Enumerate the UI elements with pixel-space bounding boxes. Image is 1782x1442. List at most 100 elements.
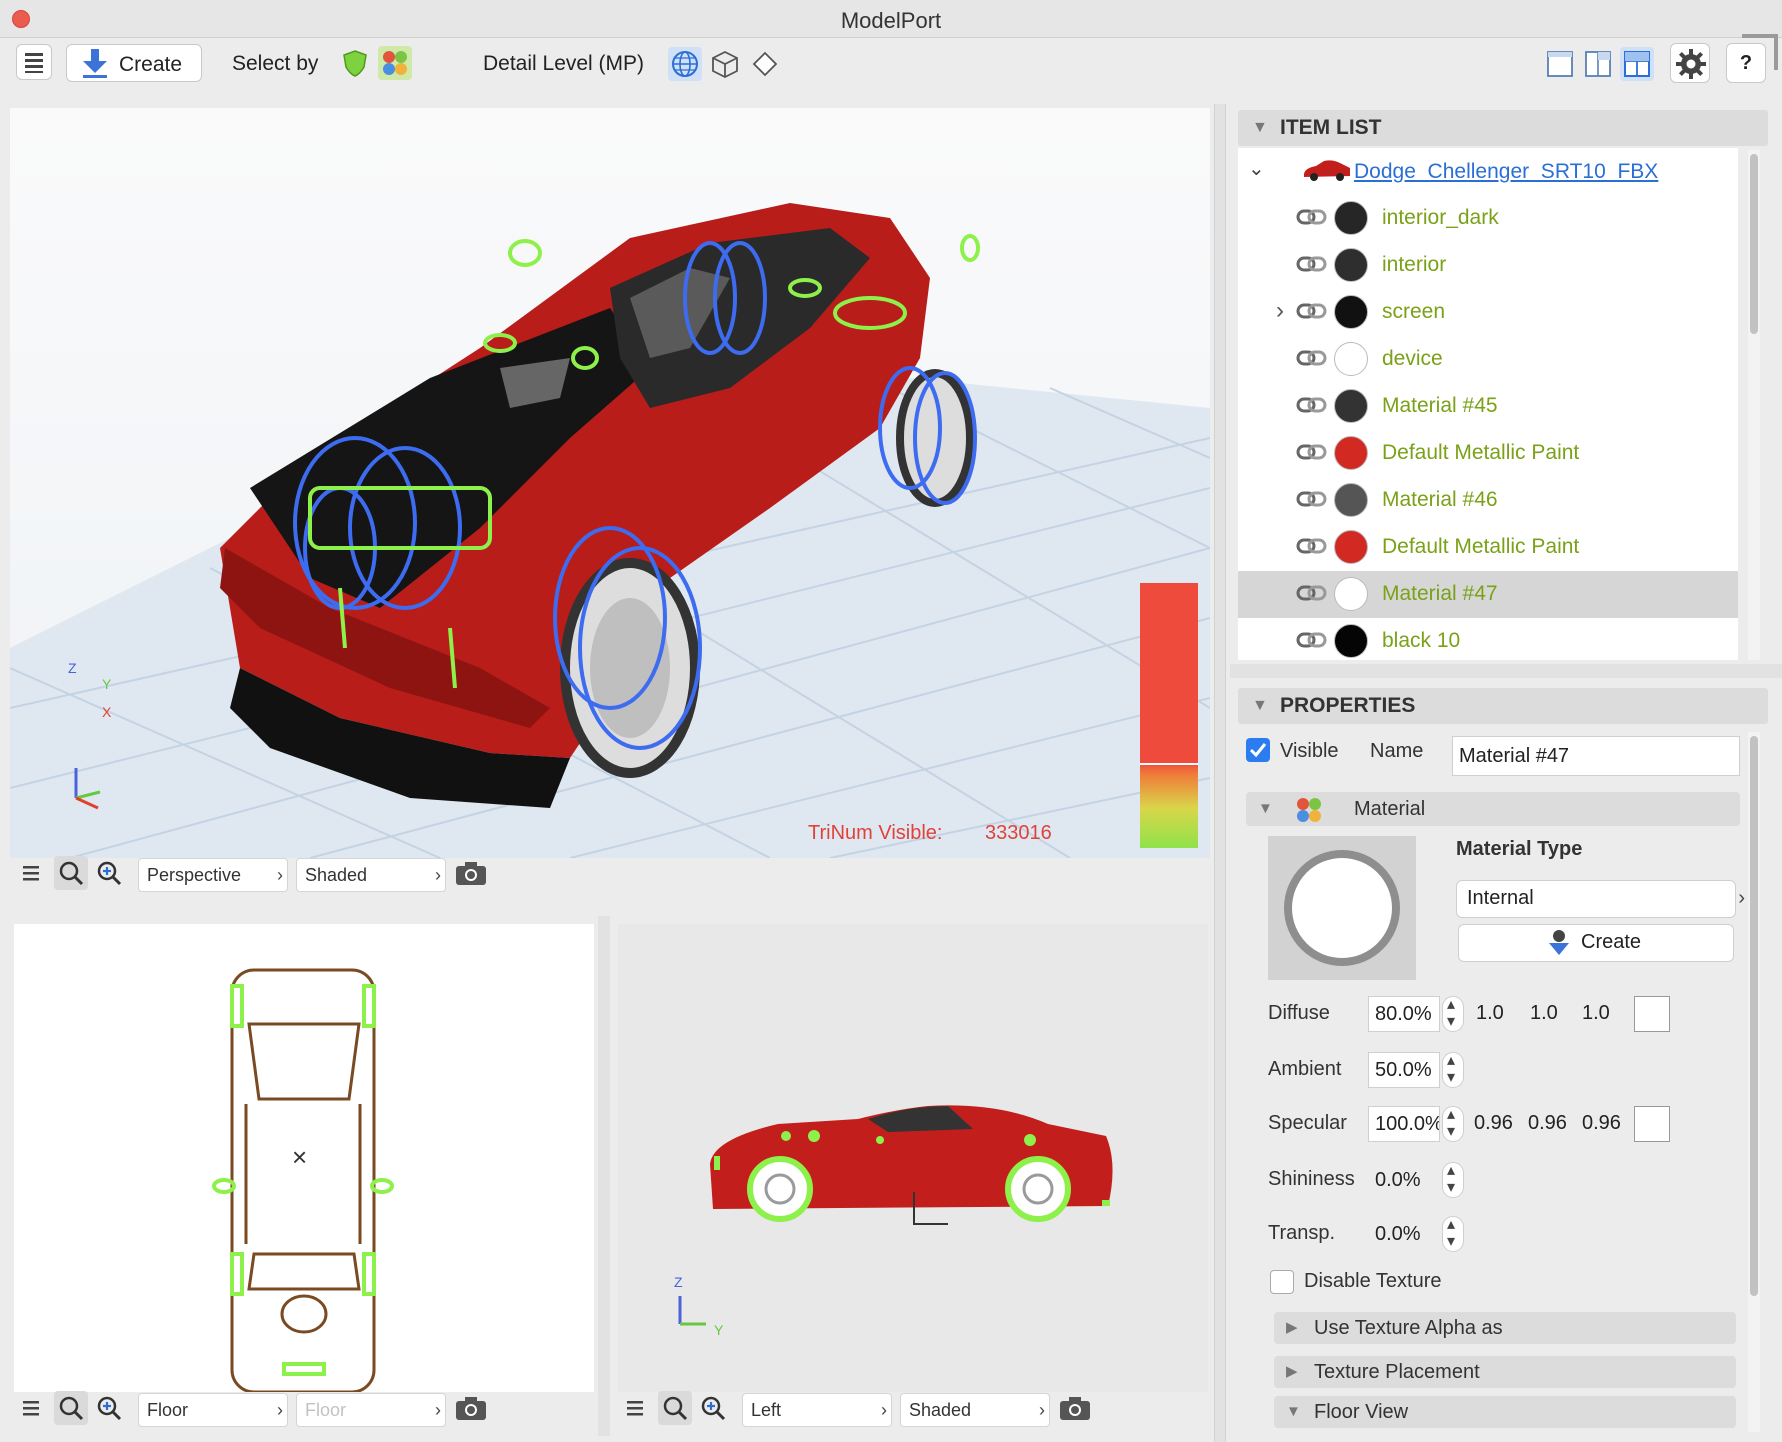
chevron-right-icon[interactable]: › (1276, 297, 1284, 325)
item-list-root-label[interactable]: Dodge_Chellenger_SRT10_FBX (1354, 160, 1658, 184)
properties-header[interactable]: ▼ PROPERTIES (1238, 688, 1768, 724)
material-section-header[interactable]: ▼ Material (1246, 792, 1740, 826)
item-list-scrollbar[interactable] (1748, 150, 1760, 660)
shading-select[interactable]: Shaded › (296, 858, 446, 892)
floor-viewport[interactable]: × (14, 924, 594, 1392)
transp-stepper[interactable] (1442, 1214, 1464, 1252)
specular-r-field[interactable]: 0.96 (1470, 1106, 1524, 1142)
item-list-header[interactable]: ▼ ITEM LIST (1238, 110, 1768, 146)
collapse-triangle-icon: ▼ (1258, 800, 1273, 817)
select-by-material-button[interactable] (378, 46, 412, 80)
list-icon (627, 1401, 643, 1416)
snapshot-button[interactable] (454, 856, 488, 890)
layout-split-button[interactable] (1582, 47, 1614, 81)
transp-field[interactable]: 0.0% (1368, 1216, 1440, 1252)
bottom-viewport-splitter[interactable] (598, 916, 610, 1436)
item-list-root-row[interactable]: ⌄ Dodge_Chellenger_SRT10_FBX (1238, 148, 1738, 195)
zoom-fit-button[interactable] (54, 856, 88, 890)
view-mode-select[interactable]: Floor › (138, 1393, 288, 1427)
snapshot-button[interactable] (1058, 1391, 1092, 1425)
diffuse-stepper[interactable] (1442, 994, 1464, 1032)
view-mode-value: Left (751, 1400, 782, 1420)
viewport-menu-button[interactable] (14, 1391, 48, 1425)
use-texture-alpha-section[interactable]: ▶ Use Texture Alpha as (1274, 1312, 1736, 1344)
left-viewport[interactable]: Z Y (618, 924, 1208, 1392)
view-mode-select[interactable]: Perspective › (138, 858, 288, 892)
density-heat-bar (1140, 583, 1198, 848)
name-field[interactable]: Material #47 (1452, 736, 1740, 776)
item-list-row-label: Material #46 (1382, 488, 1498, 511)
specular-b-field[interactable]: 0.96 (1578, 1106, 1632, 1142)
item-list-row[interactable]: interior (1238, 242, 1738, 289)
menu-button[interactable] (16, 44, 52, 80)
material-section-label: Material (1354, 798, 1426, 820)
item-list-row[interactable]: › screen (1238, 289, 1738, 336)
shininess-field[interactable]: 0.0% (1368, 1162, 1440, 1198)
item-list-row[interactable]: Material #46 (1238, 477, 1738, 524)
specular-g-field[interactable]: 0.96 (1524, 1106, 1578, 1142)
shading-select[interactable]: Shaded › (900, 1393, 1050, 1427)
create-button[interactable]: Create (66, 44, 202, 82)
item-list-row[interactable]: device (1238, 336, 1738, 383)
perspective-viewport[interactable]: Z Y X TriNum Visible: 333016 (10, 108, 1210, 858)
visible-checkbox[interactable] (1246, 738, 1270, 762)
item-list-row[interactable]: black 10 (1238, 618, 1738, 660)
layout-single-button[interactable] (1544, 47, 1576, 81)
view-mode-value: Perspective (147, 865, 242, 885)
diffuse-field[interactable]: 80.0% (1368, 996, 1440, 1032)
snapshot-button[interactable] (454, 1391, 488, 1425)
properties-scroll-thumb[interactable] (1750, 736, 1758, 1296)
diffuse-color-swatch[interactable] (1634, 996, 1670, 1032)
shading-select[interactable]: Floor › (296, 1393, 446, 1427)
diffuse-r-field[interactable]: 1.0 (1470, 996, 1522, 1032)
panel-splitter[interactable] (1230, 664, 1782, 678)
zoom-in-button[interactable] (696, 1391, 730, 1425)
zoom-fit-button[interactable] (54, 1391, 88, 1425)
modelport-window: ModelPort Create Select by Detail Level … (0, 0, 1782, 1442)
specular-color-swatch[interactable] (1634, 1106, 1670, 1142)
detail-level-point-button[interactable] (748, 47, 782, 81)
item-list-row[interactable]: Material #47 (1238, 571, 1738, 618)
properties-scrollbar[interactable] (1748, 732, 1760, 1432)
ambient-stepper[interactable] (1442, 1050, 1464, 1088)
diffuse-g-field[interactable]: 1.0 (1524, 996, 1576, 1032)
vertical-splitter[interactable] (1214, 104, 1226, 1442)
material-swatch (1334, 342, 1368, 376)
ambient-field[interactable]: 50.0% (1368, 1052, 1440, 1088)
item-list-row[interactable]: interior_dark (1238, 195, 1738, 242)
detail-level-box-button[interactable] (708, 47, 742, 81)
zoom-in-button[interactable] (92, 856, 126, 890)
link-icon (1296, 303, 1327, 319)
link-icon (1296, 632, 1327, 648)
layout-quad-button[interactable] (1620, 47, 1654, 81)
view-mode-select[interactable]: Left › (742, 1393, 892, 1427)
cube-icon (712, 50, 738, 79)
material-type-select[interactable]: Internal › (1456, 880, 1745, 918)
zoom-fit-button[interactable] (658, 1391, 692, 1425)
material-swatch (1334, 295, 1368, 329)
zoom-in-button[interactable] (92, 1391, 126, 1425)
viewport-menu-button[interactable] (618, 1391, 652, 1425)
perspective-scene (10, 108, 1210, 858)
diffuse-b-field[interactable]: 1.0 (1576, 996, 1628, 1032)
magnifier-icon (59, 1396, 84, 1421)
texture-placement-section[interactable]: ▶ Texture Placement (1274, 1356, 1736, 1388)
item-list-row-label: Material #47 (1382, 582, 1498, 605)
detail-level-sphere-button[interactable] (668, 47, 702, 81)
material-swatch (1334, 577, 1368, 611)
select-by-object-button[interactable] (340, 48, 370, 78)
floor-view-section[interactable]: ▼ Floor View (1274, 1396, 1736, 1428)
disable-texture-checkbox[interactable] (1270, 1270, 1294, 1294)
specular-field[interactable]: 100.0% (1368, 1106, 1440, 1142)
item-list-row[interactable]: Material #45 (1238, 383, 1738, 430)
material-create-button[interactable]: Create (1458, 924, 1734, 962)
item-list-scroll-thumb[interactable] (1750, 154, 1758, 334)
settings-button[interactable] (1670, 43, 1710, 83)
item-list-row[interactable]: Default Metallic Paint (1238, 430, 1738, 477)
viewport-menu-button[interactable] (14, 856, 48, 890)
diffuse-value: 80.0% (1375, 1003, 1432, 1025)
item-list-row[interactable]: Default Metallic Paint (1238, 524, 1738, 571)
specular-stepper[interactable] (1442, 1104, 1464, 1142)
shininess-stepper[interactable] (1442, 1160, 1464, 1198)
shininess-label: Shininess (1268, 1168, 1355, 1190)
